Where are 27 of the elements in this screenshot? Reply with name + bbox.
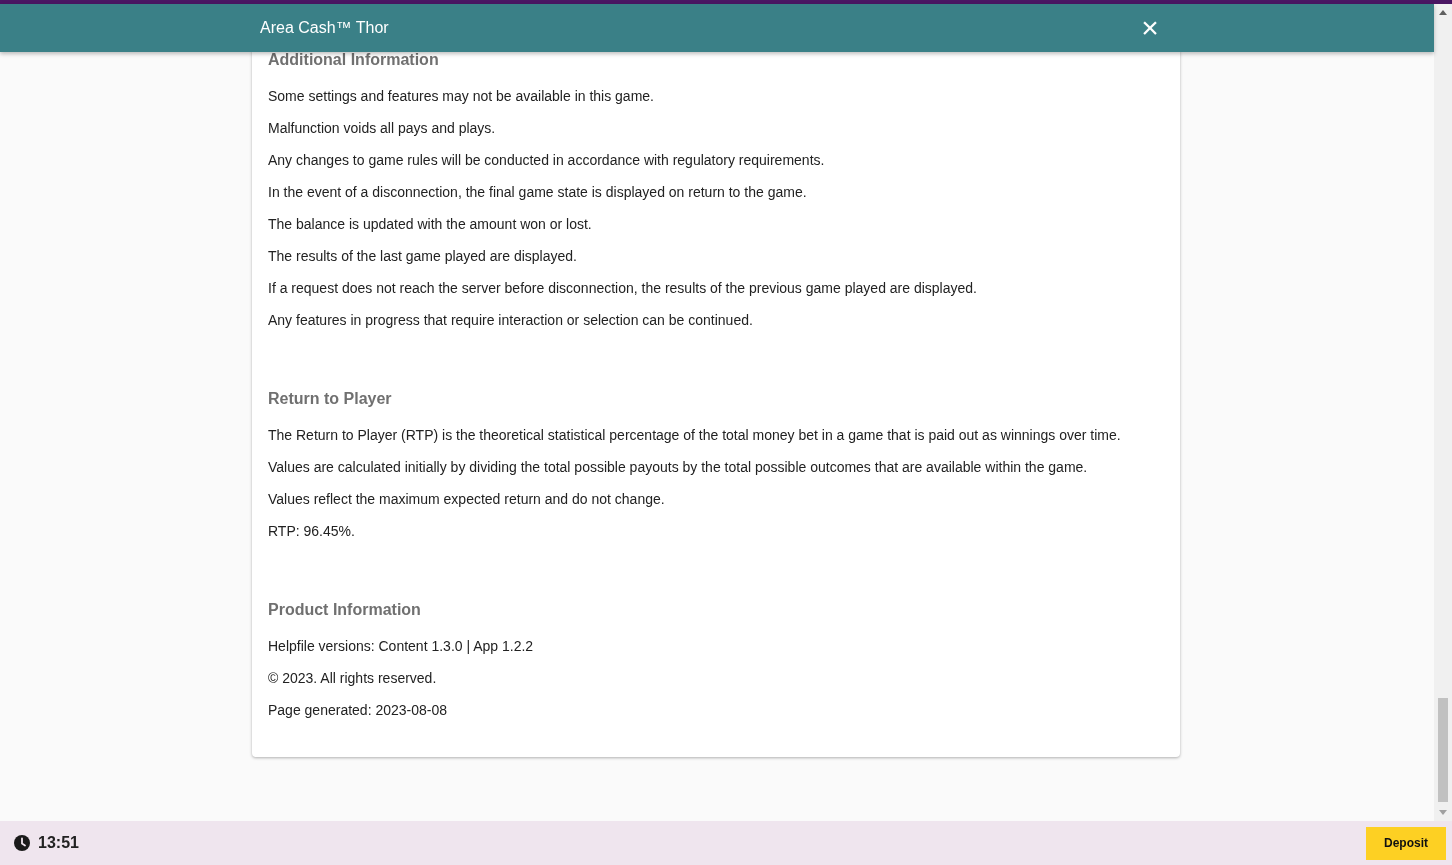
paragraph: Malfunction voids all pays and plays.: [268, 119, 497, 138]
section-heading: Product Information: [268, 600, 422, 620]
paragraph: In the event of a disconnection, the final game state is displayed on return to the game.: [268, 183, 808, 202]
paragraph: If a request does not reach the server before disconnection, the results of the previous game played are displayed.: [268, 279, 978, 298]
deposit-button[interactable]: Deposit: [1366, 826, 1446, 860]
paragraph: Helpfile versions: Content 1.3.0 | App 1.2.2: [268, 637, 535, 656]
paragraph: Some settings and features may not be available in this game.: [268, 87, 655, 106]
paragraph: Any features in progress that require interaction or selection can be continued.: [268, 311, 754, 330]
scrollbar-thumb[interactable]: [1438, 698, 1448, 802]
clock-time: 13:51: [38, 834, 79, 852]
scroll-up-arrow-icon[interactable]: [1439, 10, 1447, 15]
paragraph: The balance is updated with the amount won or lost.: [268, 215, 593, 234]
paragraph: Any changes to game rules will be conducted in accordance with regulatory requirements.: [268, 151, 826, 170]
clock-icon: [14, 835, 30, 851]
paragraph: Page generated: 2023-08-08: [268, 701, 449, 720]
paragraph: © 2023. All rights reserved.: [268, 669, 438, 688]
scroll-down-arrow-icon[interactable]: [1439, 810, 1447, 815]
paragraph: RTP: 96.45%.: [268, 522, 356, 541]
paragraph: Values are calculated initially by dividing the total possible payouts by the total possible outcomes that are available within the game.: [268, 458, 1089, 477]
window-title: Area Cash™ Thor: [260, 19, 389, 37]
scrollbar[interactable]: [1434, 4, 1452, 821]
paragraph: Values reflect the maximum expected return and do not change.: [268, 490, 666, 509]
close-button[interactable]: ×: [1138, 13, 1162, 43]
section-heading: Additional Information: [268, 52, 440, 70]
paragraph: The results of the last game played are displayed.: [268, 247, 578, 266]
paragraph: The Return to Player (RTP) is the theoretical statistical percentage of the total money bet in a game that is paid out as winnings over time.: [268, 426, 1122, 445]
section-heading: Return to Player: [268, 389, 393, 409]
